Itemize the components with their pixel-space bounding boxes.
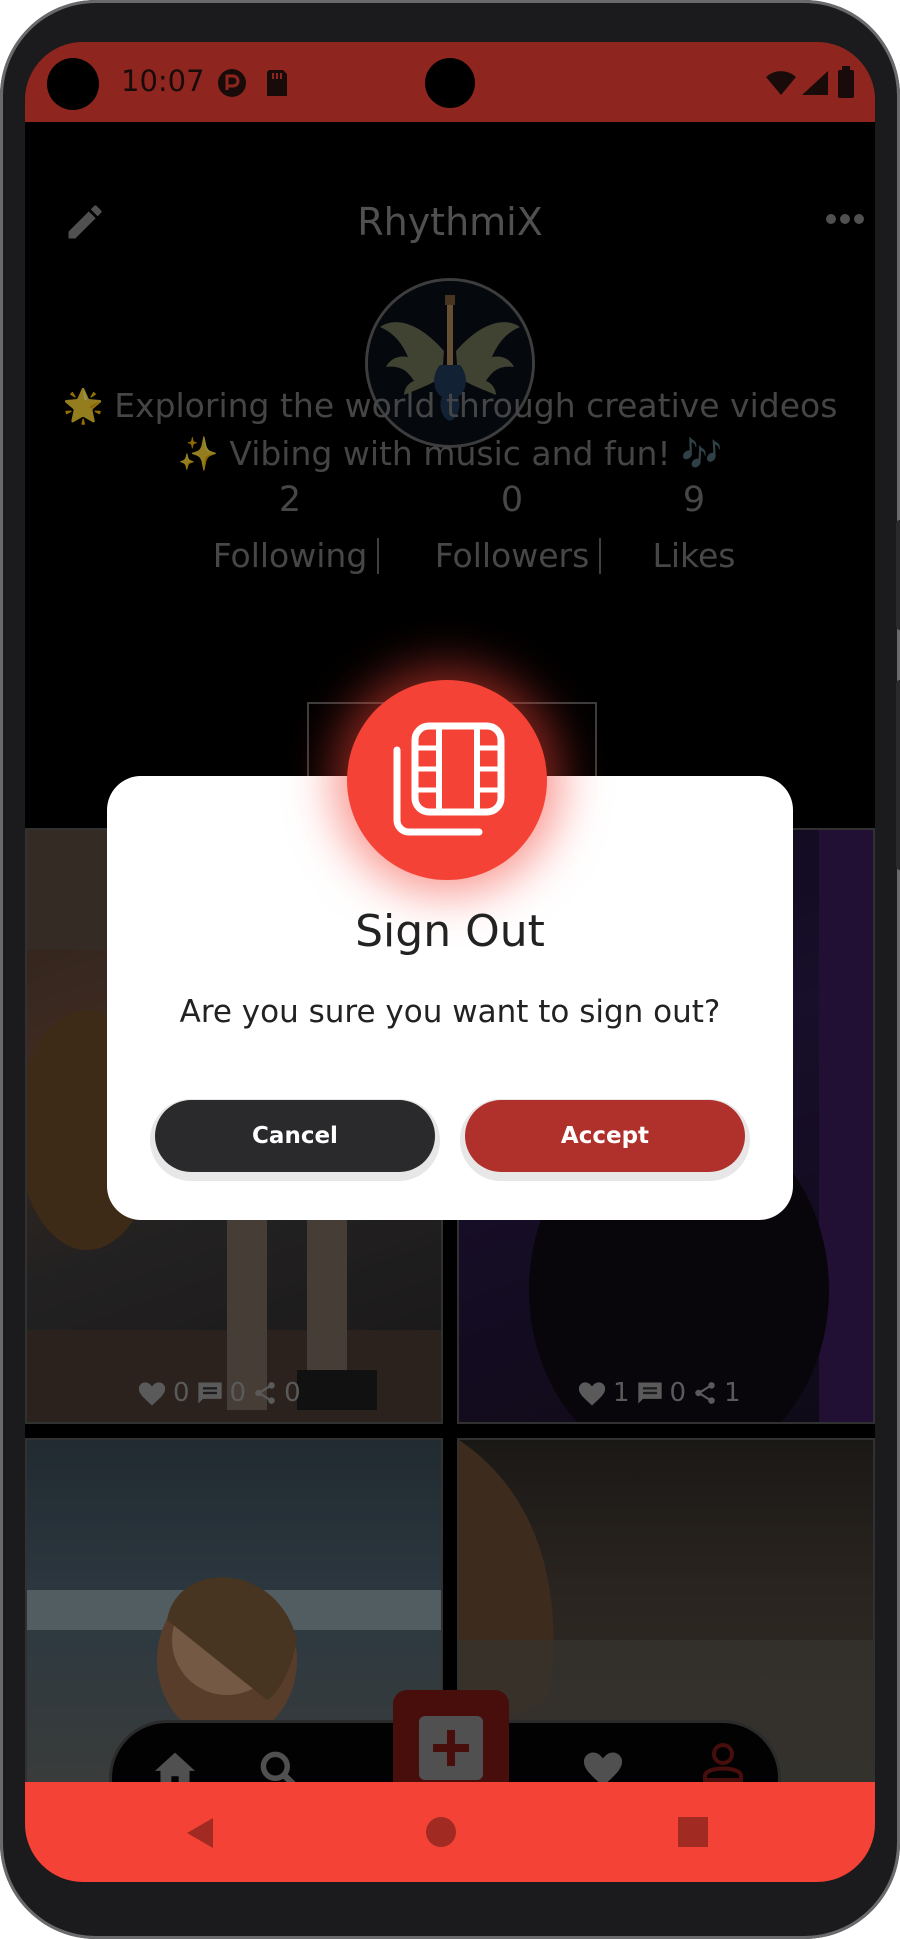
power-button — [896, 680, 900, 870]
volume-button — [896, 520, 900, 630]
back-icon[interactable] — [185, 1816, 215, 1850]
device-frame: 10:07 RhythmiX 🌟 Exploring the world thr… — [0, 0, 900, 1939]
accept-button[interactable]: Accept — [465, 1100, 745, 1172]
system-navigation-bar — [25, 1782, 875, 1882]
dialog-message: Are you sure you want to sign out? — [179, 994, 721, 1030]
dialog-title: Sign Out — [355, 906, 545, 957]
video-library-icon — [393, 722, 505, 836]
dialog-badge — [347, 680, 547, 880]
recents-icon[interactable] — [677, 1816, 709, 1848]
screen: 10:07 RhythmiX 🌟 Exploring the world thr… — [25, 42, 875, 1882]
home-circle-icon[interactable] — [425, 1816, 457, 1848]
cancel-button[interactable]: Cancel — [155, 1100, 435, 1172]
